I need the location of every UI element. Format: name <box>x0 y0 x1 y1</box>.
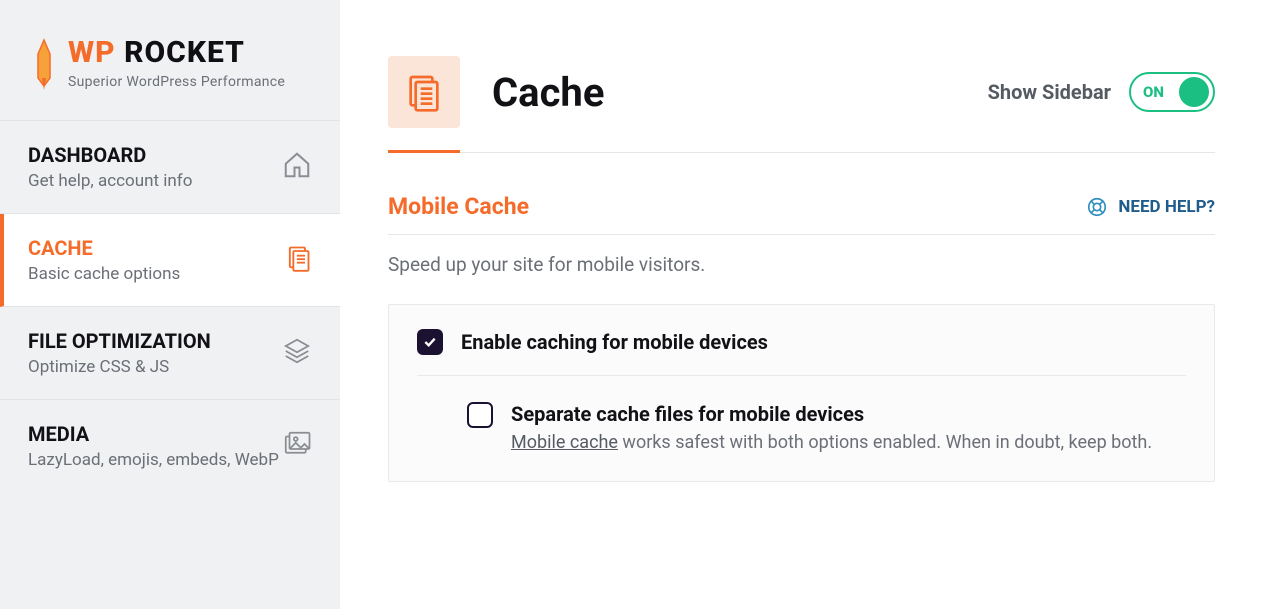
need-help-link[interactable]: NEED HELP? <box>1086 196 1215 218</box>
checkbox-unchecked[interactable] <box>467 402 493 428</box>
sidebar-item-title: MEDIA <box>28 422 279 446</box>
section-header: Mobile Cache NEED HELP? <box>388 193 1215 235</box>
need-help-label: NEED HELP? <box>1118 197 1215 217</box>
layers-icon <box>282 336 312 370</box>
sidebar-item-file-optimization[interactable]: FILE OPTIMIZATION Optimize CSS & JS <box>0 307 340 400</box>
sidebar-item-cache[interactable]: CACHE Basic cache options <box>0 214 340 307</box>
sidebar-item-sub: Optimize CSS & JS <box>28 357 211 377</box>
check-icon <box>422 334 438 350</box>
checkbox-checked[interactable] <box>417 329 443 355</box>
sidebar-item-sub: Basic cache options <box>28 264 180 284</box>
page-header: Cache Show Sidebar ON <box>388 56 1215 153</box>
rocket-logo-icon <box>28 38 60 92</box>
image-icon <box>282 429 312 463</box>
toggle-knob <box>1179 77 1209 107</box>
sidebar-item-sub: Get help, account info <box>28 171 192 191</box>
doc-icon <box>284 244 312 276</box>
show-sidebar-toggle[interactable]: ON <box>1129 72 1215 112</box>
sidebar-item-title: DASHBOARD <box>28 143 192 167</box>
sidebar-item-sub: LazyLoad, emojis, embeds, WebP <box>28 450 279 470</box>
option-separate-mobile-cache[interactable]: Separate cache files for mobile devices … <box>467 402 1186 453</box>
lifebuoy-icon <box>1086 196 1108 218</box>
section-description: Speed up your site for mobile visitors. <box>388 253 1215 276</box>
main-content: Cache Show Sidebar ON Mobile Cache NEED … <box>340 0 1263 609</box>
option-help-text: Mobile cache works safest with both opti… <box>511 432 1152 453</box>
toggle-on-label: ON <box>1143 83 1164 101</box>
sidebar-item-media[interactable]: MEDIA LazyLoad, emojis, embeds, WebP <box>0 400 340 492</box>
nav: DASHBOARD Get help, account info CACHE B… <box>0 121 340 609</box>
show-sidebar-label: Show Sidebar <box>988 80 1111 104</box>
logo-block: WP ROCKET Superior WordPress Performance <box>0 0 340 121</box>
section-title: Mobile Cache <box>388 193 529 220</box>
option-enable-mobile-cache[interactable]: Enable caching for mobile devices <box>417 329 1186 376</box>
cache-header-icon <box>388 56 460 128</box>
sidebar: WP ROCKET Superior WordPress Performance… <box>0 0 340 609</box>
option-label: Separate cache files for mobile devices <box>511 402 1152 426</box>
sidebar-item-title: CACHE <box>28 236 180 260</box>
mobile-cache-link[interactable]: Mobile cache <box>511 432 618 453</box>
logo-text: WP ROCKET <box>68 38 285 68</box>
page-title: Cache <box>492 69 604 116</box>
option-label: Enable caching for mobile devices <box>461 330 768 354</box>
home-icon <box>282 150 312 184</box>
sidebar-item-dashboard[interactable]: DASHBOARD Get help, account info <box>0 121 340 214</box>
options-panel: Enable caching for mobile devices Separa… <box>388 304 1215 482</box>
logo-tagline: Superior WordPress Performance <box>68 74 285 90</box>
sidebar-item-title: FILE OPTIMIZATION <box>28 329 211 353</box>
